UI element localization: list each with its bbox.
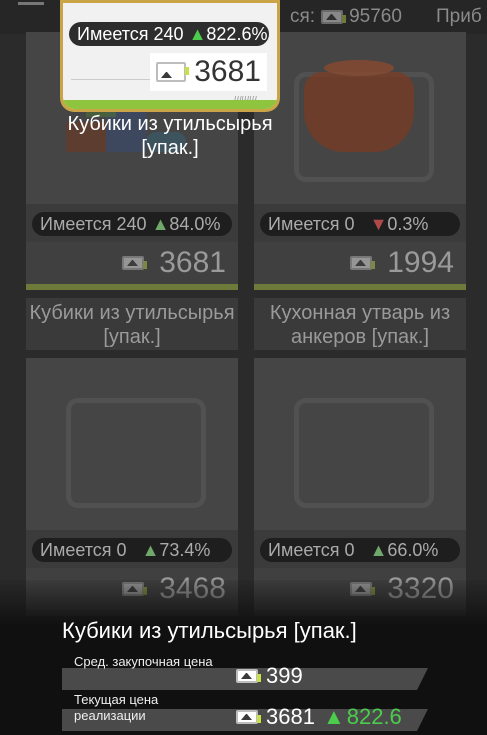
- price-panel: 3681 шщщ: [150, 53, 267, 103]
- current-sell-change: 822.6: [346, 704, 402, 729]
- current-sell-label: Текущая цена реализации: [74, 692, 159, 723]
- current-sell-value: 3681: [266, 704, 315, 729]
- product-card-4[interactable]: Имеется 0 ▲66.0% 3320: [254, 358, 466, 616]
- price-value: 3681: [194, 55, 261, 88]
- product-name: Кубики из утильсырья [упак.]: [26, 298, 238, 350]
- stock-badge: Имеется 0 ▲66.0%: [260, 538, 460, 562]
- selected-product-name: Кубики из утильсырья [упак.]: [67, 113, 273, 159]
- triangle-up-icon: ▲: [131, 540, 160, 560]
- price-panel: 3681: [26, 242, 238, 284]
- product-card-kitchenware[interactable]: Имеется 0 ▼0.3% 1994: [254, 32, 466, 290]
- product-card-3[interactable]: Имеется 0 ▲73.4% 3468: [26, 358, 238, 616]
- pot-illustration: [304, 60, 414, 152]
- avg-buy-value: 399: [266, 663, 303, 688]
- menu-icon[interactable]: [18, 0, 44, 5]
- current-sell-value-group: 3681 ▲ 822.6: [236, 704, 402, 730]
- price-change: 822.6%: [206, 24, 268, 44]
- stock-count: Имеется 240: [40, 214, 147, 234]
- triangle-down-icon: ▼: [359, 214, 388, 234]
- product-image: [26, 358, 238, 530]
- stock-count: Имеется 240: [77, 24, 184, 44]
- cash-icon: [236, 710, 261, 724]
- funds-value: 95760: [349, 6, 402, 27]
- selected-card-body: Имеется 240 ▲822.6% 3681 шщщ: [63, 3, 277, 109]
- stock-count: Имеется 0: [40, 540, 127, 560]
- cash-icon: [350, 256, 375, 270]
- cash-icon: [321, 10, 347, 24]
- avg-buy-value-group: 399: [236, 663, 303, 689]
- stock-badge: Имеется 240 ▲822.6%: [69, 22, 269, 46]
- triangle-up-icon: ▲: [188, 24, 207, 44]
- package-illustration: [66, 398, 206, 508]
- triangle-up-icon: ▲: [322, 704, 345, 729]
- price-change: 73.4%: [159, 540, 211, 560]
- triangle-up-icon: ▲: [359, 540, 388, 560]
- cash-icon: [122, 256, 147, 270]
- price-panel: 1994: [254, 242, 466, 284]
- product-image: [254, 32, 466, 204]
- price-value: 1994: [387, 246, 454, 279]
- funds-label: ся:: [290, 6, 316, 27]
- cash-icon: [236, 669, 261, 683]
- funds-readout: ся: 95760: [290, 6, 402, 28]
- profit-label: Приб: [436, 6, 482, 27]
- stock-badge: Имеется 240 ▲84.0%: [32, 212, 232, 236]
- triangle-up-icon: ▲: [151, 214, 170, 234]
- card-bar: [26, 284, 238, 290]
- price-change: 66.0%: [387, 540, 439, 560]
- info-product-title: Кубики из утильсырья [упак.]: [62, 618, 357, 643]
- selected-accent-bar: [63, 100, 277, 109]
- stock-badge: Имеется 0 ▲73.4%: [32, 538, 232, 562]
- product-name: Кухонная утварь из анкеров [упак.]: [254, 298, 466, 350]
- stock-badge: Имеется 0 ▼0.3%: [260, 212, 460, 236]
- product-image: [254, 358, 466, 530]
- price-change: 0.3%: [387, 214, 429, 234]
- selected-product-card[interactable]: Имеется 240 ▲822.6% 3681 шщщ: [60, 0, 280, 112]
- cash-icon: [156, 62, 190, 82]
- price-value: 3681: [159, 246, 226, 279]
- stock-count: Имеется 0: [268, 540, 355, 560]
- package-illustration: [294, 398, 434, 508]
- card-bar: [254, 284, 466, 290]
- avg-buy-label: Сред. закупочная цена: [74, 654, 213, 669]
- stock-count: Имеется 0: [268, 214, 355, 234]
- price-change: 84.0%: [169, 214, 221, 234]
